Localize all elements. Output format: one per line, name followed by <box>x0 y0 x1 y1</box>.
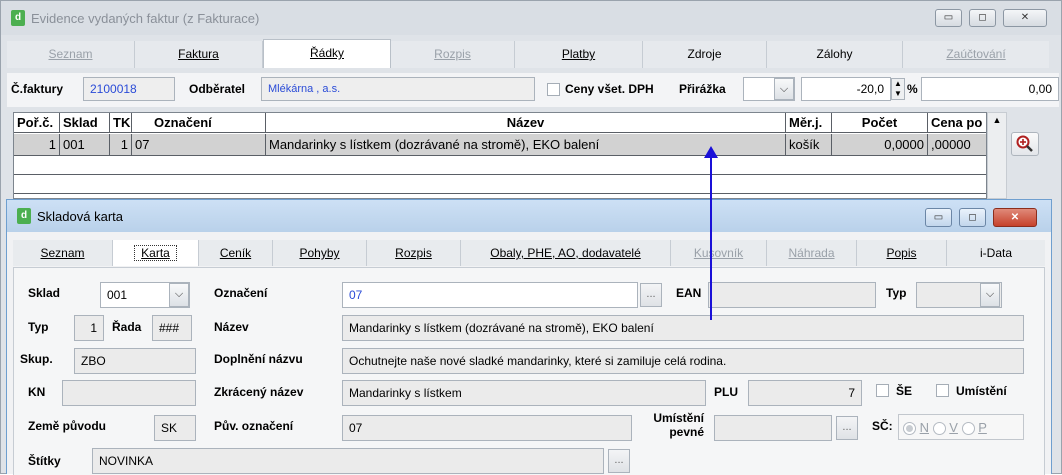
arrow-head-icon <box>704 146 718 158</box>
annotation-arrow <box>704 146 718 320</box>
